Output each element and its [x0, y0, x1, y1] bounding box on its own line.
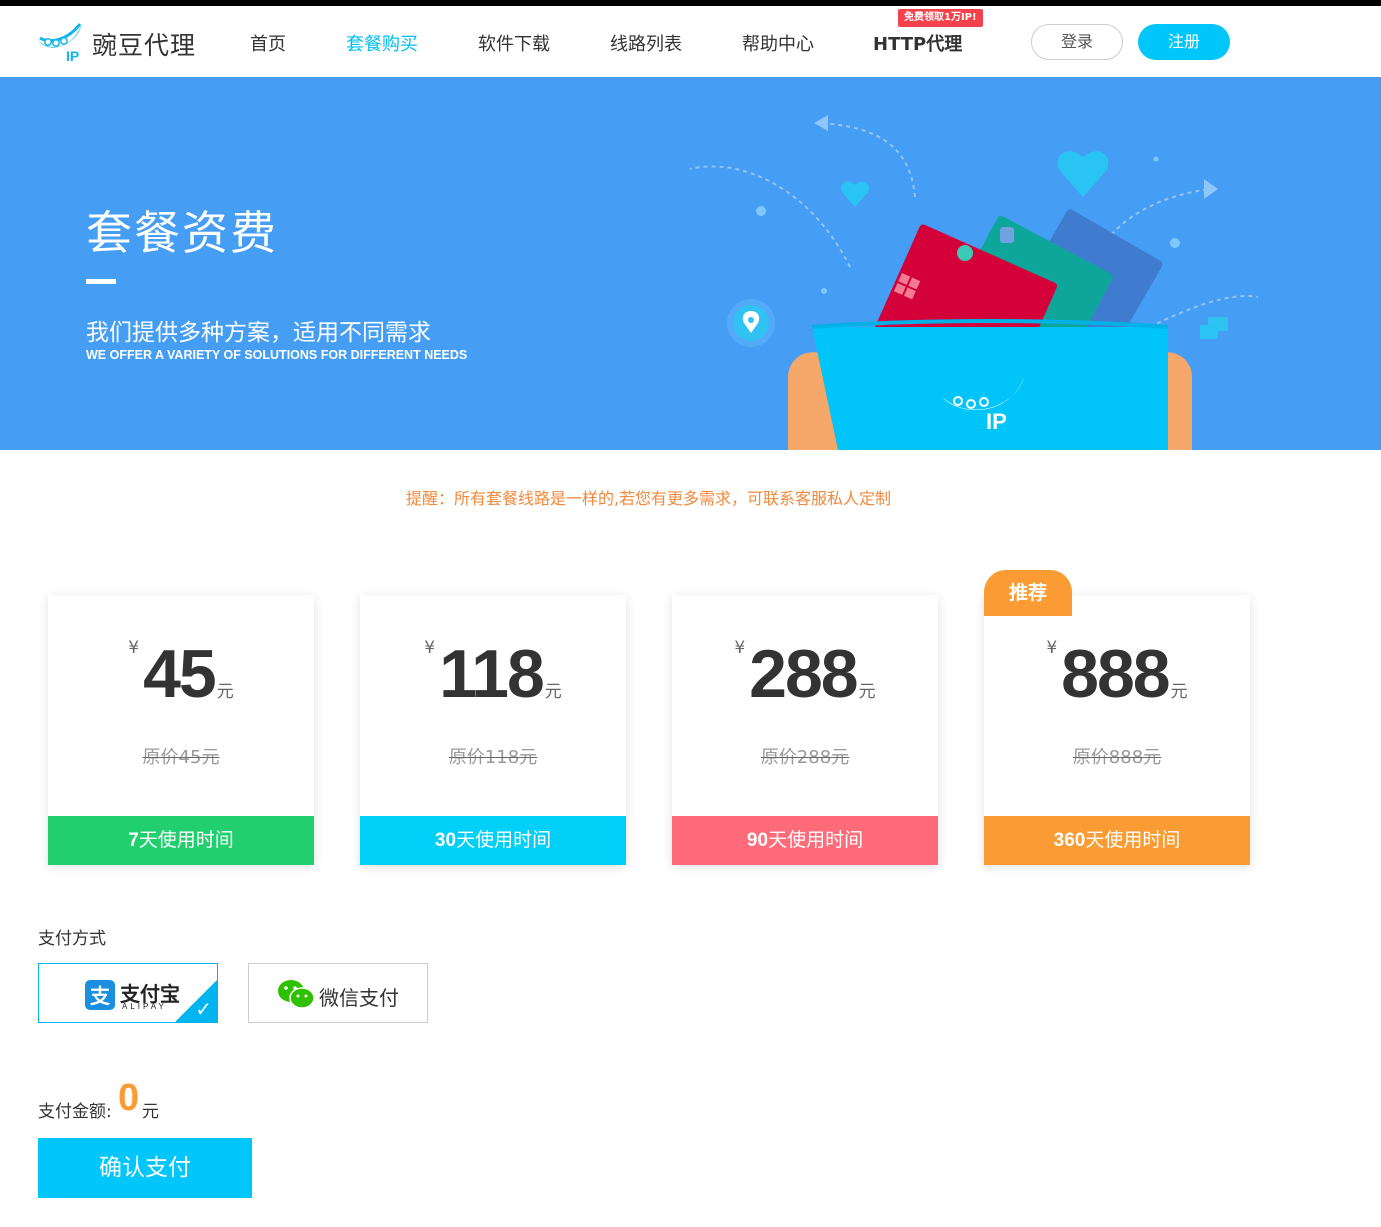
currency-symbol: ¥: [734, 638, 746, 658]
login-button[interactable]: 登录: [1031, 24, 1123, 60]
plan-card-90-days[interactable]: ¥288 元 原价288元 90天使用时间: [672, 595, 938, 865]
svg-text:IP: IP: [986, 409, 1007, 434]
site-header: IP 豌豆代理 首页 套餐购买 软件下载 线路列表 帮助中心 HTTP代理 免费…: [0, 6, 1381, 77]
plan-price: ¥118 元: [360, 635, 626, 713]
duration-bar: 7天使用时间: [48, 816, 314, 865]
original-price: 原价45元: [142, 747, 220, 768]
original-price: 原价288元: [760, 747, 850, 768]
payment-amount-value: 0: [118, 1077, 140, 1119]
price-unit: 元: [1170, 682, 1188, 702]
nav-packages[interactable]: 套餐购买: [346, 30, 418, 56]
wechat-pay-option[interactable]: 微信支付: [248, 963, 428, 1023]
payment-amount-label: 支付金额:: [38, 1102, 112, 1122]
hero-banner: 套餐资费 我们提供多种方案，适用不同需求 WE OFFER A VARIETY …: [0, 77, 1381, 450]
svg-text:支: 支: [90, 984, 111, 1008]
banner-title: 套餐资费: [86, 206, 278, 260]
nav-help-center[interactable]: 帮助中心: [742, 30, 814, 56]
plan-card-30-days[interactable]: ¥118 元 原价118元 30天使用时间: [360, 595, 626, 865]
plan-notice: 提醒：所有套餐线路是一样的,若您有更多需求，可联系客服私人定制: [405, 489, 892, 508]
plan-card-7-days[interactable]: ¥45 元 原价45元 7天使用时间: [48, 595, 314, 865]
recommend-badge: 推荐: [984, 570, 1072, 616]
duration-bar: 360天使用时间: [984, 816, 1250, 865]
payment-amount-unit: 元: [142, 1102, 159, 1122]
wechat-pay-name: 微信支付: [319, 986, 399, 1010]
banner-subtitle-en: WE OFFER A VARIETY OF SOLUTIONS FOR DIFF…: [86, 348, 468, 362]
logo-text: 豌豆代理: [92, 31, 197, 60]
plan-price: ¥888 元: [984, 635, 1250, 713]
price-amount: 888: [1061, 636, 1170, 712]
wechat-icon: [278, 980, 315, 1009]
free-ip-badge: 免费领取1万IP!: [898, 9, 983, 27]
duration-bar: 30天使用时间: [360, 816, 626, 865]
currency-symbol: ¥: [424, 638, 436, 658]
nav-http-proxy[interactable]: HTTP代理: [873, 30, 962, 56]
original-price: 原价888元: [1072, 747, 1162, 768]
original-price: 原价118元: [448, 747, 538, 768]
banner-divider: [86, 279, 116, 284]
alipay-option[interactable]: 支 支付宝 ALIPAY ✓: [38, 963, 218, 1023]
price-unit: 元: [858, 682, 876, 702]
price-unit: 元: [544, 682, 562, 702]
banner-illustration: IP: [689, 115, 1259, 450]
plan-card-360-days[interactable]: ¥888 元 原价888元 360天使用时间: [984, 595, 1250, 865]
nav-home[interactable]: 首页: [250, 30, 286, 56]
duration-bar: 90天使用时间: [672, 816, 938, 865]
price-amount: 118: [439, 636, 545, 712]
price-unit: 元: [216, 682, 234, 702]
nav-software-download[interactable]: 软件下载: [478, 30, 550, 56]
currency-symbol: ¥: [128, 638, 140, 658]
svg-text:IP: IP: [66, 48, 79, 64]
banner-subtitle: 我们提供多种方案，适用不同需求: [86, 320, 431, 346]
site-logo[interactable]: IP 豌豆代理: [36, 18, 196, 66]
price-amount: 288: [749, 636, 858, 712]
confirm-payment-button[interactable]: 确认支付: [38, 1138, 252, 1198]
plan-price: ¥45 元: [48, 635, 314, 713]
price-amount: 45: [143, 636, 217, 712]
checkmark-icon: ✓: [195, 997, 212, 1021]
nav-line-list[interactable]: 线路列表: [610, 30, 682, 56]
register-button[interactable]: 注册: [1138, 24, 1230, 60]
alipay-icon: 支: [85, 980, 115, 1010]
payment-method-label: 支付方式: [38, 929, 106, 949]
alipay-sub: ALIPAY: [122, 1002, 167, 1011]
currency-symbol: ¥: [1046, 638, 1058, 658]
plan-price: ¥288 元: [672, 635, 938, 713]
pea-logo-icon: IP: [38, 23, 82, 64]
